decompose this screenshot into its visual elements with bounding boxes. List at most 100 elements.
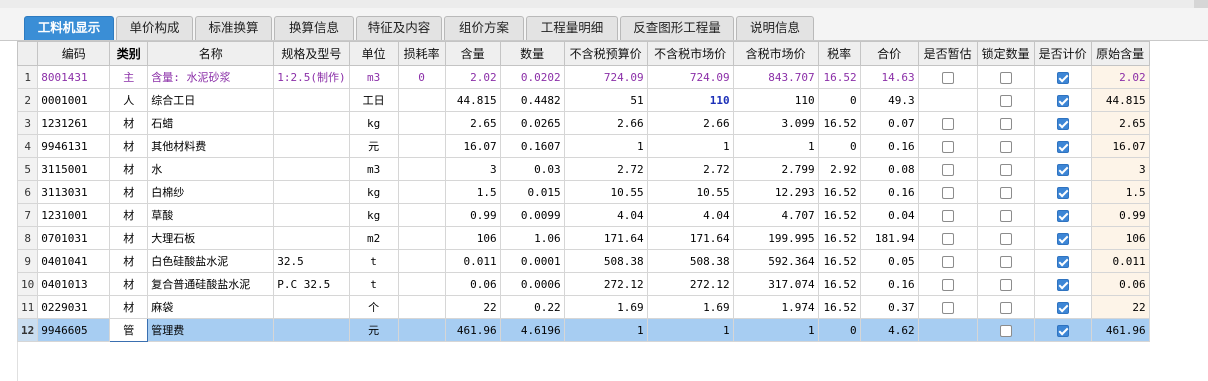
- table-row[interactable]: 11 0229031 材麻袋个 22 0.22 1.69 1.69 1.974 16.52 0.3…: [16, 295, 1150, 319]
- cell-loss[interactable]: 0: [397, 65, 446, 89]
- tab-reverse-lookup[interactable]: 反查图形工程量: [620, 16, 734, 40]
- table-row[interactable]: 6 3113031 材白棉纱 kg 1.5 0.015 10.55 10.55 12.293 16…: [16, 180, 1150, 204]
- cell-orig-qty[interactable]: 2.02: [1090, 65, 1150, 89]
- cell-pre-price[interactable]: 51: [563, 88, 648, 112]
- cell-name[interactable]: 含量: 水泥砂浆: [147, 65, 275, 89]
- cell-type[interactable]: 材: [109, 226, 149, 250]
- tab-standard-conversion[interactable]: 标准换算: [195, 16, 272, 40]
- cell-pre-price[interactable]: 1: [563, 318, 648, 342]
- tab-quantity-detail[interactable]: 工程量明细: [526, 16, 618, 40]
- col-header-spec[interactable]: 规格及型号: [273, 41, 350, 66]
- cell-mkt-price[interactable]: 2.66: [646, 111, 734, 135]
- tab-description[interactable]: 说明信息: [736, 16, 814, 40]
- estimated-checkbox[interactable]: [941, 186, 954, 199]
- estimated-checkbox[interactable]: [941, 209, 954, 222]
- cell-total[interactable]: 0.16: [859, 134, 919, 158]
- cell-name[interactable]: 白棉纱: [147, 180, 275, 204]
- cell-qty[interactable]: 16.07: [444, 134, 501, 158]
- cell-total[interactable]: 181.94: [859, 226, 919, 250]
- cell-unit[interactable]: 个: [348, 295, 399, 319]
- col-header-estimated[interactable]: 是否暂估: [917, 41, 978, 66]
- cell-tax-price[interactable]: 3.099: [732, 111, 819, 135]
- cell-loss[interactable]: [397, 134, 446, 158]
- cell-tax-rate[interactable]: 16.52: [817, 180, 861, 204]
- cell-code[interactable]: 0401041: [37, 249, 111, 273]
- locked-checkbox[interactable]: [999, 209, 1012, 222]
- cell-amount[interactable]: 0.015: [499, 180, 565, 204]
- cell-code[interactable]: 0229031: [37, 295, 111, 319]
- cell-amount[interactable]: 1.06: [499, 226, 565, 250]
- priced-checkbox[interactable]: [1056, 278, 1069, 291]
- cell-name[interactable]: 其他材料费: [147, 134, 275, 158]
- cell-tax-rate[interactable]: 16.52: [817, 111, 861, 135]
- cell-qty[interactable]: 22: [444, 295, 501, 319]
- priced-checkbox[interactable]: [1056, 324, 1069, 337]
- cell-pre-price[interactable]: 724.09: [563, 65, 648, 89]
- cell-total[interactable]: 0.08: [859, 157, 919, 181]
- cell-name[interactable]: 白色硅酸盐水泥: [147, 249, 275, 273]
- col-header-loss[interactable]: 损耗率: [397, 41, 446, 66]
- cell-tax-rate[interactable]: 16.52: [817, 203, 861, 227]
- estimated-checkbox[interactable]: [941, 278, 954, 291]
- cell-amount[interactable]: 0.22: [499, 295, 565, 319]
- cell-spec[interactable]: [273, 157, 350, 181]
- table-row[interactable]: 1 8001431 主含量: 水泥砂浆 1:2.5(制作) m3 0 2.02 0.0202 7…: [16, 65, 1150, 89]
- cell-spec[interactable]: [273, 111, 350, 135]
- cell-name[interactable]: 草酸: [147, 203, 275, 227]
- priced-checkbox[interactable]: [1056, 255, 1069, 268]
- row-number[interactable]: 8: [16, 226, 39, 250]
- cell-tax-price[interactable]: 592.364: [732, 249, 819, 273]
- cell-qty[interactable]: 0.06: [444, 272, 501, 296]
- cell-qty[interactable]: 44.815: [444, 88, 501, 112]
- cell-tax-rate[interactable]: 16.52: [817, 226, 861, 250]
- cell-spec[interactable]: 32.5: [273, 249, 350, 273]
- cell-name[interactable]: 石蜡: [147, 111, 275, 135]
- cell-name[interactable]: 管理费: [147, 318, 275, 342]
- cell-name[interactable]: 综合工日: [147, 88, 275, 112]
- cell-mkt-price[interactable]: 724.09: [646, 65, 734, 89]
- priced-checkbox[interactable]: [1056, 301, 1069, 314]
- priced-checkbox[interactable]: [1056, 140, 1069, 153]
- cell-orig-qty[interactable]: 3: [1090, 157, 1150, 181]
- priced-checkbox[interactable]: [1056, 117, 1069, 130]
- cell-loss[interactable]: [397, 203, 446, 227]
- cell-qty[interactable]: 1.5: [444, 180, 501, 204]
- cell-orig-qty[interactable]: 44.815: [1090, 88, 1150, 112]
- locked-checkbox[interactable]: [999, 71, 1012, 84]
- row-number[interactable]: 4: [16, 134, 39, 158]
- cell-orig-qty[interactable]: 106: [1090, 226, 1150, 250]
- cell-code[interactable]: 3113031: [37, 180, 111, 204]
- estimated-checkbox[interactable]: [941, 117, 954, 130]
- cell-mkt-price[interactable]: 2.72: [646, 157, 734, 181]
- cell-amount[interactable]: 0.03: [499, 157, 565, 181]
- col-header-amount[interactable]: 数量: [499, 41, 565, 66]
- cell-unit[interactable]: m2: [348, 226, 399, 250]
- cell-loss[interactable]: [397, 180, 446, 204]
- cell-mkt-price[interactable]: 110: [646, 88, 734, 112]
- cell-pre-price[interactable]: 2.72: [563, 157, 648, 181]
- row-number[interactable]: 3: [16, 111, 39, 135]
- cell-code[interactable]: 8001431: [37, 65, 111, 89]
- cell-type[interactable]: 材: [109, 249, 149, 273]
- cell-loss[interactable]: [397, 111, 446, 135]
- cell-tax-rate[interactable]: 16.52: [817, 65, 861, 89]
- cell-code[interactable]: 0001001: [37, 88, 111, 112]
- cell-loss[interactable]: [397, 226, 446, 250]
- cell-qty[interactable]: 3: [444, 157, 501, 181]
- row-number[interactable]: 5: [16, 157, 39, 181]
- cell-amount[interactable]: 4.6196: [499, 318, 565, 342]
- cell-amount[interactable]: 0.0001: [499, 249, 565, 273]
- cell-pre-price[interactable]: 508.38: [563, 249, 648, 273]
- cell-tax-price[interactable]: 12.293: [732, 180, 819, 204]
- priced-checkbox[interactable]: [1056, 163, 1069, 176]
- cell-type[interactable]: 材: [109, 295, 149, 319]
- cell-type[interactable]: 材: [109, 134, 149, 158]
- cell-tax-rate[interactable]: 0: [817, 134, 861, 158]
- cell-spec[interactable]: [273, 226, 350, 250]
- col-header-orig-qty[interactable]: 原始含量: [1090, 41, 1150, 66]
- cell-unit[interactable]: kg: [348, 111, 399, 135]
- cell-mkt-price[interactable]: 1: [646, 134, 734, 158]
- estimated-checkbox[interactable]: [941, 140, 954, 153]
- tab-unit-price[interactable]: 单价构成: [116, 16, 193, 40]
- cell-code[interactable]: 3115001: [37, 157, 111, 181]
